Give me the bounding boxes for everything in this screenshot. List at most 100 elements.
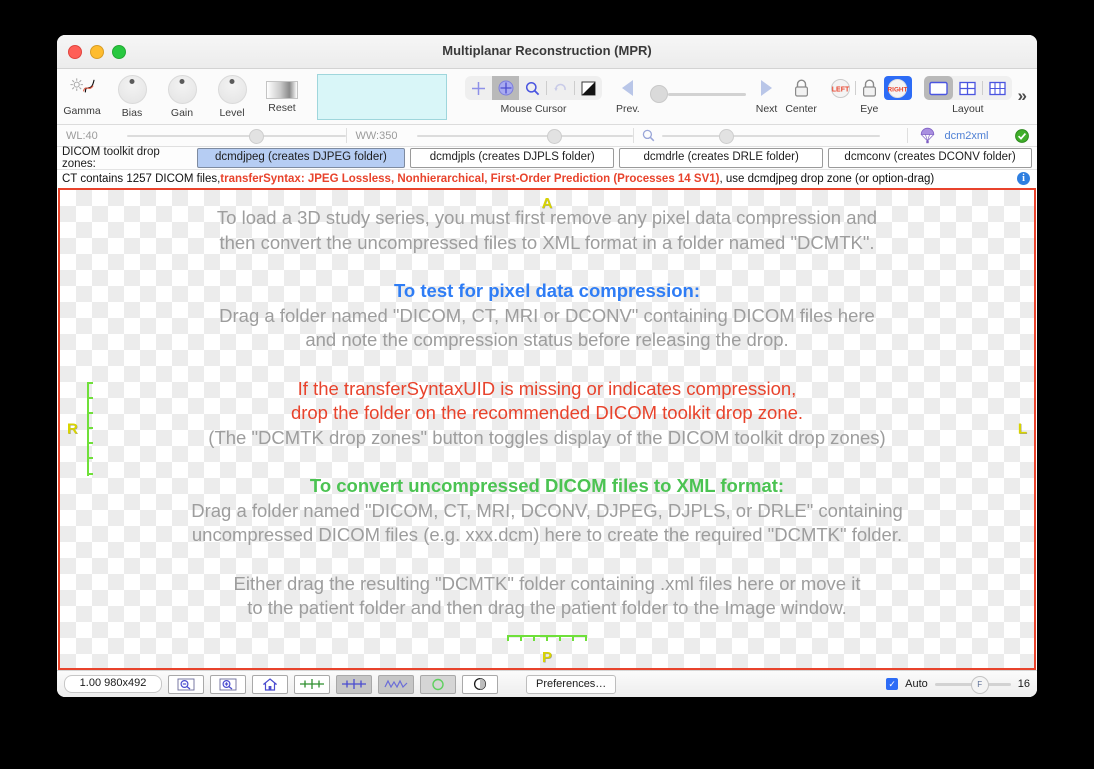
message-line: Drag a folder named "DICOM, CT, MRI or D…: [219, 304, 875, 326]
orientation-marker-posterior: P: [541, 649, 553, 666]
zoom-size-field[interactable]: 1.00 980x492: [64, 675, 162, 693]
gamma-control[interactable]: Gamma: [57, 72, 107, 117]
crosshair-blue-button[interactable]: [336, 674, 372, 694]
prev-arrow-icon[interactable]: [622, 80, 634, 96]
info-icon[interactable]: i: [1017, 172, 1030, 185]
ww-slider-knob[interactable]: [546, 128, 562, 144]
bias-label: Bias: [121, 107, 143, 119]
ww-slider[interactable]: [416, 128, 633, 144]
main-toolbar: Gamma Bias Gain Level Reset Mouse Cursor…: [57, 69, 1037, 125]
svg-text:RIGHT: RIGHT: [888, 86, 908, 93]
status-ok-icon: [1015, 128, 1029, 143]
preferences-button[interactable]: Preferences…: [526, 674, 617, 694]
dropzone-dcmdrle-button[interactable]: dcmdrle (creates DRLE folder): [619, 148, 824, 168]
bias-control[interactable]: Bias: [107, 72, 157, 119]
message-line: (The "DCMTK drop zones" button toggles d…: [208, 426, 886, 448]
dropzone-dcmconv-button[interactable]: dcmconv (creates DCONV folder): [828, 148, 1033, 168]
message-line: then convert the uncompressed files to X…: [219, 231, 875, 253]
zoom-out-icon: [177, 678, 195, 690]
crosshair-green-button[interactable]: [294, 674, 330, 694]
rotate-icon: [554, 83, 566, 91]
zoom-in-button[interactable]: [210, 674, 246, 694]
eye-segmented[interactable]: LEFT RIGHT: [827, 76, 912, 100]
bias-knob-icon: [117, 75, 147, 104]
crosshair-icon: [472, 81, 485, 95]
magnify-slider[interactable]: [662, 128, 880, 144]
wl-slider[interactable]: [127, 128, 346, 144]
contrast-square-icon: [581, 81, 596, 95]
eye-label: Eye: [860, 103, 879, 115]
level-control[interactable]: Level: [207, 72, 257, 119]
center-lock-button[interactable]: [790, 76, 812, 100]
single-pane-icon: [929, 81, 948, 95]
f-value: 16: [1017, 678, 1030, 690]
bottom-toolbar: 1.00 980x492 Preferences… ✓ Auto F 16: [57, 670, 1037, 697]
message-line: drop the folder on the recommended DICOM…: [290, 402, 804, 423]
crosshair-tool-button[interactable]: [465, 76, 492, 100]
dropzone-dcmdjpeg-button[interactable]: dcmdjpeg (creates DJPEG folder): [196, 148, 406, 168]
message-line: Either drag the resulting "DCMTK" folder…: [233, 572, 861, 594]
shaded-circle-button[interactable]: [462, 674, 498, 694]
gain-control[interactable]: Gain: [157, 72, 207, 119]
message-line: to the patient folder and then drag the …: [247, 597, 847, 618]
grid-pane-icon: [989, 81, 1006, 95]
message-line: To load a 3D study series, you must firs…: [216, 207, 878, 228]
message-line: uncompressed DICOM files (e.g. xxx.dcm) …: [191, 524, 903, 545]
eye-lock-button[interactable]: [856, 76, 884, 100]
next-label: Next: [755, 103, 778, 115]
left-eye-icon: LEFT: [831, 78, 851, 98]
dcm2xml-label[interactable]: dcm2xml: [945, 130, 989, 142]
status-suffix: , use dcmdjpeg drop zone (or option-drag…: [719, 173, 935, 185]
toolbar-overflow-button[interactable]: »: [1018, 86, 1027, 106]
image-canvas[interactable]: A P R L To load a 3D study series, you m…: [58, 188, 1036, 670]
green-circle-button[interactable]: [420, 674, 456, 694]
next-arrow-icon[interactable]: [761, 80, 773, 96]
zoom-tool-button[interactable]: [519, 76, 546, 100]
ww-label: WW:350: [355, 129, 398, 142]
histogram-panel[interactable]: [317, 74, 447, 120]
f-slider-knob[interactable]: F: [970, 675, 989, 694]
level-label: Level: [219, 107, 245, 119]
zoom-in-icon: [219, 678, 237, 690]
window-title: Multiplanar Reconstruction (MPR): [442, 43, 652, 58]
magnify-slider-knob[interactable]: [719, 128, 734, 144]
layout-segmented[interactable]: [923, 76, 1012, 100]
pan-tool-button[interactable]: [492, 76, 519, 100]
f-slider[interactable]: F: [934, 675, 1011, 694]
gamma-icon: [69, 78, 95, 93]
gamma-label: Gamma: [63, 105, 101, 117]
home-icon: [263, 677, 277, 691]
lock-icon: [794, 79, 808, 97]
parachute-icon: [920, 127, 934, 144]
magnifier-icon: [642, 129, 655, 142]
rotate-tool-button[interactable]: [547, 76, 574, 100]
dropzones-row: DICOM toolkit drop zones: dcmdjpeg (crea…: [57, 146, 1037, 170]
mouse-cursor-segmented[interactable]: [465, 76, 602, 100]
slice-slider-knob[interactable]: [649, 85, 668, 103]
layout-grid-button[interactable]: [983, 76, 1012, 100]
layout-quad-button[interactable]: [953, 76, 982, 100]
next-group: Next: [755, 72, 778, 115]
eye-left-button[interactable]: LEFT: [827, 76, 855, 100]
status-highlight: transferSyntax: JPEG Lossless, Nonhierar…: [220, 173, 720, 185]
app-window: Multiplanar Reconstruction (MPR) Gamma B…: [57, 35, 1037, 697]
wl-slider-knob[interactable]: [249, 128, 265, 144]
reset-control[interactable]: Reset: [257, 72, 307, 114]
layout-single-button[interactable]: [923, 76, 953, 100]
zoom-out-button[interactable]: [168, 674, 204, 694]
contrast-tool-button[interactable]: [575, 76, 602, 100]
dropzones-label: DICOM toolkit drop zones:: [62, 146, 160, 170]
drop-instructions: To load a 3D study series, you must firs…: [60, 206, 1034, 621]
auto-checkbox[interactable]: ✓: [886, 678, 899, 690]
slice-slider-track[interactable]: [667, 92, 746, 96]
eye-right-button[interactable]: RIGHT: [883, 76, 912, 100]
waveform-button[interactable]: [378, 674, 414, 694]
dropzone-dcmdjpls-button[interactable]: dcmdjpls (creates DJPLS folder): [410, 148, 615, 168]
prev-label: Prev.: [616, 103, 640, 115]
shaded-circle-icon: [473, 677, 487, 691]
slice-slider[interactable]: [649, 82, 746, 106]
quad-pane-icon: [959, 81, 976, 95]
home-button[interactable]: [252, 674, 288, 694]
